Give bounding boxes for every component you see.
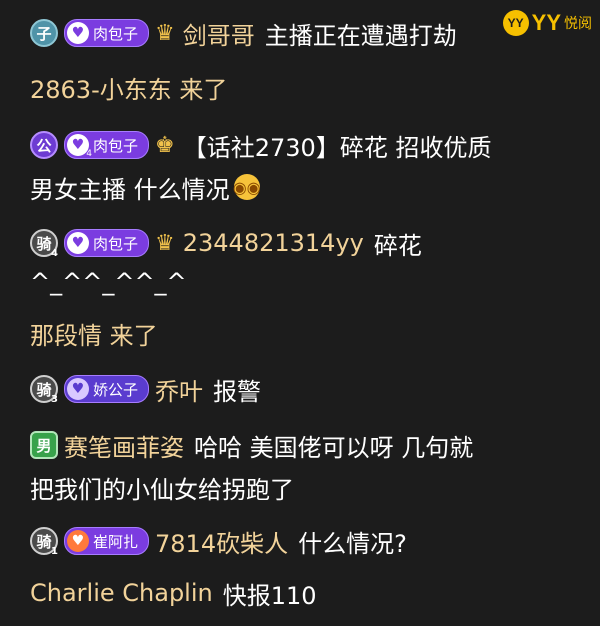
- gender-badge: 男: [30, 431, 58, 459]
- chat-message: 男 赛笔画菲姿 哈哈 美国佬可以呀 几句就 把我们的小仙女给拐跑了: [30, 424, 595, 508]
- chat-message: 骑1 ♥ 崔阿扎 7814砍柴人 什么情况?: [30, 520, 595, 562]
- heart-icon: ♥: [67, 22, 89, 44]
- message-text: 什么情况?: [298, 529, 407, 558]
- pill-label: 崔阿扎: [93, 532, 139, 551]
- trophy-icon: ♚: [155, 132, 175, 158]
- user-name[interactable]: 7814砍柴人: [155, 524, 288, 559]
- level-badge: 子: [30, 19, 58, 47]
- pill-label: 肉包子: [93, 24, 139, 43]
- heart-icon: ♥ 4: [67, 134, 92, 159]
- message-text: 碎花: [373, 231, 422, 260]
- user-name[interactable]: 2344821314yy: [183, 229, 364, 257]
- message-text: 【话社2730】碎花 招收优质: [182, 133, 492, 162]
- fan-pill[interactable]: ♥ 娇公子: [64, 375, 150, 403]
- pill-label: 娇公子: [93, 380, 139, 399]
- level-badge: 骑4: [30, 229, 58, 259]
- user-name[interactable]: 乔叶: [155, 372, 203, 407]
- message-text-continued: ^_^^_^^_^: [30, 268, 187, 296]
- chat-message: Charlie Chaplin 快报110: [30, 572, 595, 614]
- chat-message: 那段情 来了: [30, 312, 595, 354]
- chat-message: 2863-小东东 来了: [30, 66, 595, 108]
- message-text-continued: 把我们的小仙女给拐跑了: [30, 475, 294, 504]
- fan-pill[interactable]: ♥ 肉包子: [64, 19, 150, 47]
- message-text: 快报110: [222, 581, 317, 610]
- message-text-continued: 男女主播 什么情况: [30, 175, 230, 204]
- level-badge: 骑3: [30, 375, 58, 405]
- heart-icon: ♥: [67, 232, 89, 254]
- message-text: 主播正在遭遇打劫: [264, 21, 457, 50]
- message-text: 报警: [213, 377, 262, 406]
- fan-pill[interactable]: ♥ 崔阿扎: [64, 527, 150, 555]
- user-name[interactable]: 剑哥哥: [183, 16, 255, 51]
- chat-message: 骑3 ♥ 娇公子 乔叶 报警: [30, 368, 595, 410]
- message-text: 哈哈 美国佬可以呀 几句就: [194, 433, 474, 462]
- chat-message: 骑4 ♥ 肉包子 ♛ 2344821314yy 碎花 ^_^^_^^_^: [30, 222, 595, 300]
- level-badge: 公: [30, 131, 58, 159]
- crown-icon: ♛: [155, 20, 175, 46]
- crown-icon: ♛: [155, 230, 175, 256]
- heart-icon: ♥: [67, 530, 89, 552]
- fan-pill[interactable]: ♥ 肉包子: [64, 229, 150, 257]
- heart-icon: ♥: [67, 378, 89, 400]
- chat-message: 公 ♥ 4 肉包子 ♚ 【话社2730】碎花 招收优质 男女主播 什么情况 ◉◉: [30, 124, 595, 208]
- flushed-face-icon: ◉◉: [233, 174, 261, 200]
- user-name[interactable]: Charlie Chaplin: [30, 579, 213, 607]
- level-badge: 骑1: [30, 527, 58, 557]
- system-text: 那段情 来了: [30, 321, 158, 350]
- system-text: 2863-小东东 来了: [30, 75, 228, 104]
- pill-label: 肉包子: [93, 234, 139, 253]
- pill-label: 肉包子: [93, 136, 139, 155]
- user-name[interactable]: 赛笔画菲姿: [64, 428, 184, 463]
- fan-pill[interactable]: ♥ 4 肉包子: [64, 131, 150, 159]
- chat-message: 子 ♥ 肉包子 ♛ 剑哥哥 主播正在遭遇打劫: [30, 12, 595, 54]
